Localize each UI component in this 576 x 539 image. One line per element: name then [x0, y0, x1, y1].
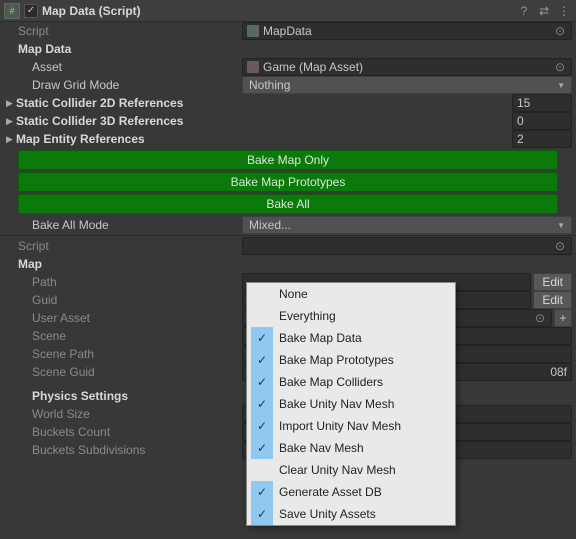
object-picker-icon[interactable]: ⊙	[553, 60, 567, 74]
popup-item[interactable]: ✓Import Unity Nav Mesh	[247, 415, 455, 437]
script-value: MapData	[263, 24, 312, 38]
popup-item-label: Import Unity Nav Mesh	[273, 419, 401, 433]
object-picker-icon[interactable]: ⊙	[533, 311, 547, 325]
asset-field[interactable]: Game (Map Asset) ⊙	[242, 58, 572, 76]
popup-item[interactable]: ✓Bake Map Data	[247, 327, 455, 349]
popup-item[interactable]: None	[247, 283, 455, 305]
chevron-down-icon: ▼	[557, 81, 565, 90]
chevron-down-icon: ▼	[557, 221, 565, 230]
bake-map-button[interactable]: Bake Map Only	[18, 150, 558, 170]
foldout-count[interactable]: 2	[512, 130, 572, 148]
userasset-label: User Asset	[32, 311, 242, 325]
check-icon: ✓	[251, 393, 273, 415]
foldout-label: Static Collider 3D References	[16, 114, 512, 128]
popup-item[interactable]: Everything	[247, 305, 455, 327]
csharp-script-icon: #	[4, 3, 20, 19]
popup-item-label: Save Unity Assets	[273, 507, 376, 521]
check-icon: ✓	[251, 481, 273, 503]
foldout-label: Map Entity References	[16, 132, 512, 146]
drawgrid-label: Draw Grid Mode	[32, 78, 242, 92]
popup-item-label: Bake Map Prototypes	[273, 353, 394, 367]
foldout-arrow-icon: ▶	[6, 98, 16, 109]
drawgrid-dropdown[interactable]: Nothing ▼	[242, 76, 572, 94]
popup-item-label: None	[273, 287, 308, 301]
bakeallmode-label: Bake All Mode	[32, 218, 242, 232]
foldout-collider2d[interactable]: ▶ Static Collider 2D References 15	[0, 94, 576, 112]
section-map: Map	[0, 255, 576, 273]
foldout-label: Static Collider 2D References	[16, 96, 512, 110]
bucketssub-label: Buckets Subdivisions	[32, 443, 242, 457]
divider	[0, 235, 576, 236]
popup-item[interactable]: ✓Bake Map Prototypes	[247, 349, 455, 371]
help-icon[interactable]: ?	[516, 3, 532, 19]
bake-prototypes-button[interactable]: Bake Map Prototypes	[18, 172, 558, 192]
bakeallmode-value: Mixed...	[249, 218, 291, 232]
popup-item-label: Everything	[273, 309, 336, 323]
foldout-collider3d[interactable]: ▶ Static Collider 3D References 0	[0, 112, 576, 130]
add-button[interactable]: +	[554, 309, 572, 327]
foldout-count[interactable]: 15	[512, 94, 572, 112]
script-label: Script	[18, 239, 242, 253]
asset-value: Game (Map Asset)	[263, 60, 363, 74]
drawgrid-value: Nothing	[249, 78, 290, 92]
popup-item[interactable]: ✓Bake Unity Nav Mesh	[247, 393, 455, 415]
component-title: Map Data (Script)	[42, 4, 512, 18]
bakeallmode-popup: NoneEverything✓Bake Map Data✓Bake Map Pr…	[246, 282, 456, 526]
guid-label: Guid	[32, 293, 242, 307]
foldout-arrow-icon: ▶	[6, 134, 16, 145]
popup-item[interactable]: ✓Bake Map Colliders	[247, 371, 455, 393]
drawgrid-row: Draw Grid Mode Nothing ▼	[0, 76, 576, 94]
check-icon	[251, 305, 273, 327]
object-picker-icon[interactable]: ⊙	[553, 24, 567, 38]
popup-item[interactable]: ✓Bake Nav Mesh	[247, 437, 455, 459]
check-icon	[251, 283, 273, 305]
bakeallmode-row: Bake All Mode Mixed... ▼	[0, 216, 576, 234]
script-label: Script	[18, 24, 242, 38]
script-field[interactable]: ⊙	[242, 237, 572, 255]
script-field[interactable]: MapData ⊙	[242, 22, 572, 40]
worldsize-label: World Size	[32, 407, 242, 421]
popup-item-label: Bake Nav Mesh	[273, 441, 364, 455]
popup-item-label: Bake Map Data	[273, 331, 362, 345]
popup-item-label: Bake Unity Nav Mesh	[273, 397, 394, 411]
popup-item-label: Bake Map Colliders	[273, 375, 383, 389]
check-icon: ✓	[251, 371, 273, 393]
bakeallmode-dropdown[interactable]: Mixed... ▼	[242, 216, 572, 234]
check-icon: ✓	[251, 415, 273, 437]
foldout-count[interactable]: 0	[512, 112, 572, 130]
asset-row: Asset Game (Map Asset) ⊙	[0, 58, 576, 76]
check-icon	[251, 459, 273, 481]
foldout-arrow-icon: ▶	[6, 116, 16, 127]
script-row-2: Script ⊙	[0, 237, 576, 255]
component-header-mapdata[interactable]: # ✓ Map Data (Script) ? ⇄ ⋮	[0, 0, 576, 22]
popup-item[interactable]: ✓Save Unity Assets	[247, 503, 455, 525]
foldout-entity[interactable]: ▶ Map Entity References 2	[0, 130, 576, 148]
path-edit-button[interactable]: Edit	[533, 273, 572, 291]
bucketscount-label: Buckets Count	[32, 425, 242, 439]
asset-label: Asset	[32, 60, 242, 74]
enable-checkbox[interactable]: ✓	[24, 4, 38, 18]
bake-all-button[interactable]: Bake All	[18, 194, 558, 214]
sceneguid-label: Scene Guid	[32, 365, 242, 379]
check-icon: ✓	[251, 437, 273, 459]
scene-label: Scene	[32, 329, 242, 343]
scenepath-label: Scene Path	[32, 347, 242, 361]
popup-item-label: Clear Unity Nav Mesh	[273, 463, 396, 477]
preset-icon[interactable]: ⇄	[536, 3, 552, 19]
section-mapdata: Map Data	[0, 40, 576, 58]
popup-item[interactable]: ✓Generate Asset DB	[247, 481, 455, 503]
popup-item-label: Generate Asset DB	[273, 485, 382, 499]
path-label: Path	[32, 275, 242, 289]
check-icon: ✓	[251, 349, 273, 371]
check-icon: ✓	[251, 327, 273, 349]
popup-item[interactable]: Clear Unity Nav Mesh	[247, 459, 455, 481]
asset-type-icon	[247, 61, 259, 73]
menu-icon[interactable]: ⋮	[556, 3, 572, 19]
script-row: Script MapData ⊙	[0, 22, 576, 40]
guid-edit-button[interactable]: Edit	[533, 291, 572, 309]
object-picker-icon[interactable]: ⊙	[553, 239, 567, 253]
script-type-icon	[247, 25, 259, 37]
check-icon: ✓	[251, 503, 273, 525]
